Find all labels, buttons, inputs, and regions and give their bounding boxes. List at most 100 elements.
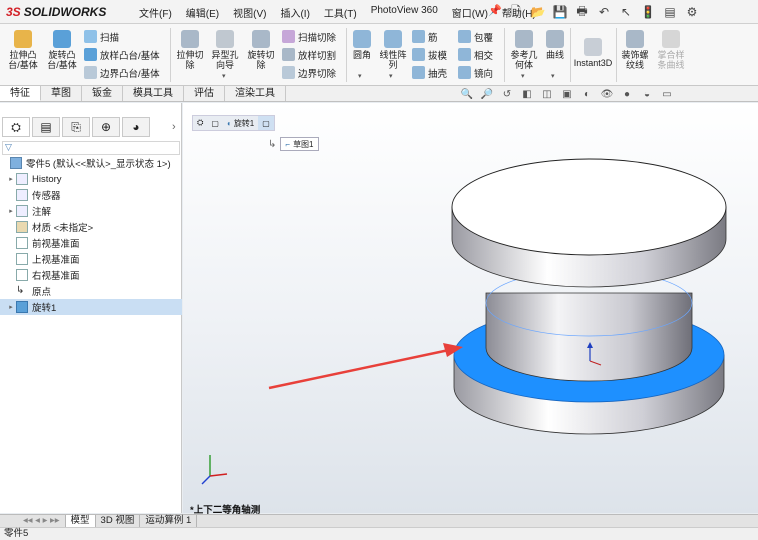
menu-photoview[interactable]: PhotoView 360 — [364, 5, 445, 20]
display-manager-tab-icon[interactable]: ◕ — [122, 117, 150, 137]
file-properties-icon[interactable]: ▤ — [660, 3, 680, 21]
reference-geometry-button[interactable]: 参考几 何体 — [507, 30, 541, 70]
wrap-button[interactable]: 包覆 — [458, 28, 493, 45]
tab-sheet-metal[interactable]: 钣金 — [82, 86, 123, 101]
revolve-cut-icon — [252, 30, 270, 48]
dynamic-annotation-icon[interactable]: ◫ — [540, 88, 554, 101]
tab-sketch[interactable]: 草图 — [41, 86, 82, 101]
undo-icon[interactable]: ↶ — [594, 3, 614, 21]
fillet-button[interactable]: 圆角 — [350, 30, 374, 60]
wrap-icon — [458, 30, 471, 43]
swept-cut-button[interactable]: 扫描切除 — [282, 28, 336, 45]
intersect-button[interactable]: 相交 — [458, 46, 493, 63]
tree-item-material[interactable]: 材质 <未指定> — [0, 219, 182, 235]
tree-item-annotations[interactable]: ▸ 注解 — [0, 203, 182, 219]
hole-wizard-button[interactable]: 异型孔 向导 — [208, 30, 242, 70]
tab-scroll-icons[interactable]: ◂◂ ◂ ▸ ▸▸ — [18, 515, 66, 527]
reference-geometry-dropdown-icon[interactable]: ▾ — [521, 72, 525, 80]
options-gear-icon[interactable]: ⚙ — [682, 3, 702, 21]
shell-button[interactable]: 抽壳 — [412, 64, 447, 81]
hole-wizard-dropdown-icon[interactable]: ▾ — [222, 72, 226, 80]
cosmetic-thread-button[interactable]: 装饰螺 纹线 — [618, 30, 652, 70]
curves-icon — [546, 30, 564, 48]
extrude-boss-button[interactable]: 拉伸凸 台/基体 — [6, 30, 40, 70]
tab-render-tools[interactable]: 渲染工具 — [225, 86, 286, 101]
tree-item-history[interactable]: ▸ History — [0, 171, 182, 187]
draft-button[interactable]: 拔模 — [412, 46, 447, 63]
save-icon[interactable]: 💾 — [550, 3, 570, 21]
revolve-cut-button[interactable]: 旋转切 除 — [244, 30, 278, 70]
edit-appearance-icon[interactable]: ● — [620, 88, 634, 101]
dimxpert-tab-icon[interactable]: ⊕ — [92, 117, 120, 137]
rebuild-icon[interactable]: 🚦 — [638, 3, 658, 21]
expand-arrow-icon[interactable]: ▸ — [6, 303, 16, 311]
sweep-button[interactable]: 扫描 — [84, 28, 119, 45]
extrude-cut-button[interactable]: 拉伸切 除 — [174, 30, 206, 70]
panel-tabs-more-icon[interactable]: › — [172, 117, 176, 139]
title-bar: 3S SOLIDWORKS 文件(F) 编辑(E) 视图(V) 插入(I) 工具(… — [0, 0, 758, 24]
print-icon[interactable]: 🖶 — [572, 3, 592, 21]
shell-icon — [412, 66, 425, 79]
select-icon[interactable]: ↖ — [616, 3, 636, 21]
split-line-button[interactable]: 掌合样 条曲线 — [654, 30, 688, 70]
section-view-icon[interactable]: ◧ — [520, 88, 534, 101]
apply-scene-icon[interactable]: ◒ — [640, 88, 654, 101]
fillet-dropdown-icon[interactable]: ▾ — [358, 72, 362, 80]
lofted-cut-button[interactable]: 放样切割 — [282, 46, 336, 63]
zoom-area-icon[interactable]: 🔎 — [480, 88, 494, 101]
tree-item-top-plane[interactable]: 上视基准面 — [0, 251, 182, 267]
material-icon — [16, 221, 28, 233]
draft-icon — [412, 48, 425, 61]
sweep-icon — [84, 30, 97, 43]
view-settings-icon[interactable]: ▭ — [660, 88, 674, 101]
tree-item-revolve1[interactable]: ▸ 旋转1 — [0, 299, 182, 315]
tab-features[interactable]: 特征 — [0, 86, 41, 101]
menu-bar: 文件(F) 编辑(E) 视图(V) 插入(I) 工具(T) PhotoView … — [132, 5, 543, 20]
pattern-dropdown-icon[interactable]: ▾ — [389, 72, 393, 80]
tree-item-right-plane[interactable]: 右视基准面 — [0, 267, 182, 283]
filter-box[interactable]: ▽ — [2, 141, 180, 155]
menu-tools[interactable]: 工具(T) — [317, 5, 364, 20]
linear-pattern-button[interactable]: 线性阵 列 — [376, 30, 410, 70]
display-style-icon[interactable]: ◐ — [580, 88, 594, 101]
tab-mold-tools[interactable]: 模具工具 — [123, 86, 184, 101]
revolved-part[interactable] — [451, 158, 727, 435]
rib-button[interactable]: 筋 — [412, 28, 438, 45]
feature-manager-tab-icon[interactable]: ⛭ — [2, 117, 30, 137]
status-text: 零件5 — [4, 528, 29, 539]
tree-item-front-plane[interactable]: 前视基准面 — [0, 235, 182, 251]
revolve-boss-button[interactable]: 旋转凸 台/基体 — [44, 30, 80, 70]
property-manager-tab-icon[interactable]: ▤ — [32, 117, 60, 137]
configuration-manager-tab-icon[interactable]: ⎘ — [62, 117, 90, 137]
mirror-button[interactable]: 镜向 — [458, 64, 493, 81]
boundary-boss-button[interactable]: 边界凸台/基体 — [84, 64, 160, 81]
tree-item-origin[interactable]: ↳ 原点 — [0, 283, 182, 299]
tree-root-part[interactable]: 零件5 (默认<<默认>_显示状态 1>) — [0, 155, 182, 171]
zoom-to-fit-icon[interactable]: 🔍 — [460, 88, 474, 101]
loft-button[interactable]: 放样凸台/基体 — [84, 46, 160, 63]
menu-file[interactable]: 文件(F) — [132, 5, 179, 20]
plane-icon — [16, 269, 28, 281]
previous-view-icon[interactable]: ↺ — [500, 88, 514, 101]
menu-insert[interactable]: 插入(I) — [273, 5, 316, 20]
tab-3d-views[interactable]: 3D 视图 — [96, 515, 141, 527]
tab-motion-study[interactable]: 运动算例 1 — [140, 515, 198, 527]
instant3d-button[interactable]: Instant3D — [573, 38, 613, 68]
tab-evaluate[interactable]: 评估 — [184, 86, 225, 101]
curves-dropdown-icon[interactable]: ▾ — [551, 72, 555, 80]
expand-arrow-icon[interactable]: ▸ — [6, 207, 16, 215]
tab-model[interactable]: 模型 — [65, 515, 96, 527]
reference-triad-icon — [201, 455, 228, 485]
view-orientation-icon[interactable]: ▣ — [560, 88, 574, 101]
new-document-icon[interactable]: 🗋 — [506, 3, 526, 21]
hide-show-items-icon[interactable]: 👁 — [600, 88, 614, 101]
tree-item-sensors[interactable]: 传感器 — [0, 187, 182, 203]
curves-button[interactable]: 曲线 — [542, 30, 568, 60]
menu-view[interactable]: 视图(V) — [226, 5, 273, 20]
hole-wizard-icon — [216, 30, 234, 48]
pin-icon[interactable]: 📌 — [488, 4, 502, 17]
expand-arrow-icon[interactable]: ▸ — [6, 175, 16, 183]
boundary-cut-button[interactable]: 边界切除 — [282, 64, 336, 81]
menu-edit[interactable]: 编辑(E) — [179, 5, 226, 20]
open-icon[interactable]: 📂 — [528, 3, 548, 21]
